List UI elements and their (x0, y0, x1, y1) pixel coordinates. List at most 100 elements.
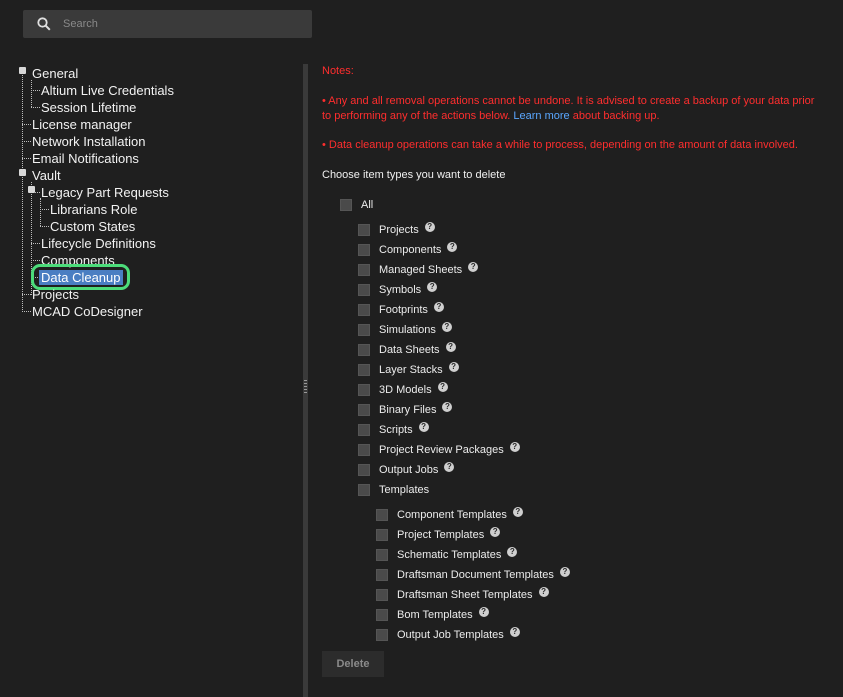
item-type-row[interactable]: Components? (358, 242, 458, 257)
template-type-row[interactable]: Bom Templates? (376, 607, 489, 622)
item-type-row[interactable]: Managed Sheets? (358, 262, 479, 277)
tree-item-lifecycle-definitions[interactable]: Lifecycle Definitions (41, 235, 156, 252)
item-type-checkbox[interactable] (358, 264, 370, 276)
learn-more-link[interactable]: Learn more (513, 110, 569, 122)
template-type-row[interactable]: Draftsman Document Templates? (376, 567, 570, 582)
tree-item-legacy-part-requests[interactable]: Legacy Part Requests (41, 184, 169, 201)
checkbox-row-all[interactable]: All (340, 198, 373, 212)
help-icon[interactable]: ? (441, 322, 452, 332)
item-type-label: Templates (379, 484, 430, 496)
tree-item-network-installation[interactable]: Network Installation (32, 133, 145, 150)
item-type-row[interactable]: Data Sheets? (358, 342, 456, 357)
item-type-label: Scripts (379, 424, 413, 436)
item-type-label: Simulations (379, 324, 436, 336)
tree-item-altium-live-credentials[interactable]: Altium Live Credentials (41, 82, 174, 99)
help-icon[interactable]: ? (509, 442, 520, 452)
tree-item-mcad-codesigner[interactable]: MCAD CoDesigner (32, 303, 143, 320)
item-type-row[interactable]: Symbols? (358, 282, 438, 297)
all-checkbox[interactable] (340, 199, 352, 211)
template-type-checkbox[interactable] (376, 509, 388, 521)
template-type-row[interactable]: Project Templates? (376, 527, 501, 542)
preferences-tree: General Altium Live Credentials Session … (0, 0, 300, 697)
tree-item-data-cleanup[interactable]: Data Cleanup (39, 269, 123, 286)
item-type-checkbox[interactable] (358, 424, 370, 436)
item-type-label: Symbols (379, 284, 422, 296)
item-type-checkbox[interactable] (358, 404, 370, 416)
tree-item-projects[interactable]: Projects (32, 286, 79, 303)
legacy-part-requests-collapse-toggle[interactable] (28, 186, 35, 193)
item-type-checkbox[interactable] (358, 484, 370, 496)
note-backup-text-end: about backing up. (572, 110, 660, 122)
template-type-checkbox[interactable] (376, 529, 388, 541)
help-icon[interactable]: ? (437, 382, 448, 392)
item-type-row[interactable]: Footprints? (358, 302, 444, 317)
template-type-label: Draftsman Sheet Templates (397, 589, 533, 601)
item-type-row[interactable]: Simulations? (358, 322, 452, 337)
template-type-row[interactable]: Component Templates? (376, 507, 523, 522)
item-type-checkbox[interactable] (358, 464, 370, 476)
help-icon[interactable]: ? (424, 222, 435, 232)
item-type-row[interactable]: Layer Stacks? (358, 362, 459, 377)
tree-item-vault[interactable]: Vault (32, 167, 61, 184)
item-type-checkbox[interactable] (358, 444, 370, 456)
item-type-label: Projects (379, 224, 419, 236)
tree-item-session-lifetime[interactable]: Session Lifetime (41, 99, 136, 116)
item-type-row[interactable]: Project Review Packages? (358, 442, 520, 457)
item-type-checkbox[interactable] (358, 364, 370, 376)
item-type-label: Footprints (379, 304, 428, 316)
item-type-checkbox[interactable] (358, 304, 370, 316)
help-icon[interactable]: ? (447, 242, 458, 252)
template-type-label: Schematic Templates (397, 549, 502, 561)
item-type-row[interactable]: Templates (358, 483, 429, 497)
item-type-label: Output Jobs (379, 464, 439, 476)
template-type-checkbox[interactable] (376, 629, 388, 641)
tree-item-librarians-role[interactable]: Librarians Role (50, 201, 137, 218)
help-icon[interactable]: ? (442, 402, 453, 412)
template-type-row[interactable]: Schematic Templates? (376, 547, 518, 562)
help-icon[interactable]: ? (490, 527, 501, 537)
item-type-label: Layer Stacks (379, 364, 443, 376)
template-type-checkbox[interactable] (376, 609, 388, 621)
help-icon[interactable]: ? (468, 262, 479, 272)
template-type-row[interactable]: Draftsman Sheet Templates? (376, 587, 549, 602)
item-type-checkbox[interactable] (358, 324, 370, 336)
vault-collapse-toggle[interactable] (19, 169, 26, 176)
tree-item-email-notifications[interactable]: Email Notifications (32, 150, 139, 167)
tree-item-general[interactable]: General (32, 65, 78, 82)
help-icon[interactable]: ? (444, 462, 455, 472)
item-type-row[interactable]: Scripts? (358, 422, 429, 437)
tree-item-custom-states[interactable]: Custom States (50, 218, 135, 235)
help-icon[interactable]: ? (538, 587, 549, 597)
item-type-label: Components (379, 244, 442, 256)
template-type-checkbox[interactable] (376, 569, 388, 581)
item-type-checkbox[interactable] (358, 344, 370, 356)
delete-button[interactable]: Delete (322, 651, 384, 677)
item-type-label: Managed Sheets (379, 264, 463, 276)
help-icon[interactable]: ? (478, 607, 489, 617)
item-type-checkbox[interactable] (358, 224, 370, 236)
template-type-checkbox[interactable] (376, 589, 388, 601)
item-type-label: Data Sheets (379, 344, 440, 356)
item-type-row[interactable]: 3D Models? (358, 382, 448, 397)
help-icon[interactable]: ? (427, 282, 438, 292)
help-icon[interactable]: ? (418, 422, 429, 432)
notes-title: Notes: (322, 65, 354, 77)
template-type-checkbox[interactable] (376, 549, 388, 561)
item-type-row[interactable]: Projects? (358, 222, 435, 237)
template-type-row[interactable]: Output Job Templates? (376, 627, 520, 642)
item-type-row[interactable]: Output Jobs? (358, 462, 455, 477)
item-type-checkbox[interactable] (358, 384, 370, 396)
splitter-grip-icon[interactable] (304, 380, 307, 394)
help-icon[interactable]: ? (509, 627, 520, 637)
general-collapse-toggle[interactable] (19, 67, 26, 74)
item-type-checkbox[interactable] (358, 244, 370, 256)
tree-item-license-manager[interactable]: License manager (32, 116, 132, 133)
help-icon[interactable]: ? (507, 547, 518, 557)
help-icon[interactable]: ? (448, 362, 459, 372)
item-type-row[interactable]: Binary Files? (358, 402, 453, 417)
item-type-checkbox[interactable] (358, 284, 370, 296)
help-icon[interactable]: ? (559, 567, 570, 577)
help-icon[interactable]: ? (445, 342, 456, 352)
help-icon[interactable]: ? (433, 302, 444, 312)
help-icon[interactable]: ? (512, 507, 523, 517)
